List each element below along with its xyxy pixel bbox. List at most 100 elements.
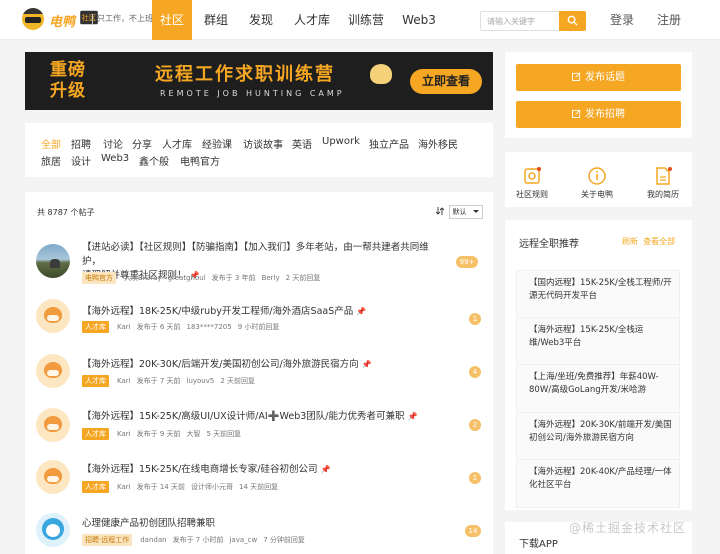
tag-web3[interactable]: Web3 [101,153,129,164]
recommend-item[interactable]: 【海外远程】15K-25K/全栈运维/Web3平台 [516,317,680,366]
category-badge[interactable]: 人才库 [82,481,109,493]
last-reply-user[interactable]: 183****7205 [187,323,232,331]
reply-count-badge: 2 [469,419,481,431]
post-job-button[interactable]: 发布招聘 [516,101,681,128]
post-title[interactable]: 【海外远程】15K-25K/在线电商增长专家/硅谷初创公司 📌 [82,463,442,477]
banner-upgrade-text: 重磅 升级 [50,60,86,101]
sort-control[interactable]: 默认 [435,205,483,219]
banner-cta-button[interactable]: 立即查看 [410,69,482,94]
edit-icon [572,109,581,118]
last-reply-time: 14 天前回复 [238,483,279,491]
search-box [480,11,586,31]
avatar[interactable] [36,299,70,333]
category-badge[interactable]: 电鸭官方 [82,272,116,284]
reply-count-badge: 1 [469,313,481,325]
post-title[interactable]: 【海外远程】18K-25K/中级ruby开发工程师/海外酒店SaaS产品 📌 [82,305,442,319]
refresh-link[interactable]: 刷新 [622,237,638,246]
author-name[interactable]: Kari [117,377,131,385]
last-reply-time: 5 天前回复 [206,430,242,438]
author-name[interactable]: Kari [117,323,131,331]
post-meta: 电鸭官方 大灰BIGray greatghoul 发布于 3 年前 Berly 2 天前回… [82,272,320,284]
tag-indie-products[interactable]: 独立产品 [369,136,409,151]
nav-community[interactable]: 社区 [152,0,192,40]
tag-interviews[interactable]: 访谈故事 [243,136,283,151]
community-rules-link[interactable]: 社区规则 [507,189,557,200]
co-author[interactable]: greatghoul [168,274,206,282]
about-link[interactable]: 关于电鸭 [572,189,622,200]
search-icon [567,15,578,26]
banner-subtitle: REMOTE JOB HUNTING CAMP [160,89,345,98]
tag-travel[interactable]: 旅居 [41,153,61,168]
recommend-item[interactable]: 【上海/坐班/免费推荐】年薪40W-80W/高级GoLang开发/米哈游 [516,364,680,413]
tag-english[interactable]: 英语 [292,136,312,151]
document-icon[interactable] [653,166,673,186]
last-reply-time: 2 天前回复 [220,377,256,385]
tag-upwork[interactable]: Upwork [322,136,360,147]
avatar[interactable] [36,460,70,494]
last-reply-user[interactable]: luyouv5 [187,377,215,385]
search-button[interactable] [559,11,586,31]
brand-name[interactable]: 电鸭 [49,11,75,30]
post-time: 发布于 9 天前 [136,430,181,438]
gear-icon[interactable] [522,166,542,186]
post-time: 发布于 3 年前 [211,274,256,282]
tag-xin[interactable]: 鑫个般 [139,153,169,168]
register-link[interactable]: 注册 [657,0,681,40]
author-name[interactable]: Kari [117,430,131,438]
tag-all[interactable]: 全部 [41,136,61,151]
post-meta: 人才库 Kari 发布于 7 天前 luyouv5 2 天前回复 [82,375,255,387]
last-reply-user[interactable]: Berly [262,274,280,282]
nav-discover[interactable]: 发现 [245,0,277,40]
recommend-item[interactable]: 【国内远程】15K-25K/全栈工程师/开源无代码开发平台 [516,270,680,319]
avatar[interactable] [36,408,70,442]
info-icon[interactable] [587,166,607,186]
sort-select[interactable]: 默认 [448,205,483,219]
category-badge[interactable]: 人才库 [82,375,109,387]
tag-courses[interactable]: 经验课 [202,136,232,151]
tag-talent[interactable]: 人才库 [162,136,192,151]
category-badge[interactable]: 人才库 [82,321,109,333]
nav-groups[interactable]: 群组 [200,0,232,40]
my-resume-link[interactable]: 我的简历 [638,189,688,200]
tag-immigration[interactable]: 海外移民 [418,136,458,151]
top-navbar: 电鸭 社区 只工作，不上班 社区 群组 发现 人才库 训练营 Web3 登录 注… [0,0,720,40]
recommend-item[interactable]: 【海外远程】20K-40K/产品经理/一体化社区平台 [516,459,680,508]
tag-design[interactable]: 设计 [71,153,91,168]
watermark: @稀土掘金技术社区 [569,521,687,535]
tag-official[interactable]: 电鸭官方 [180,153,220,168]
tag-discussion[interactable]: 讨论 [103,136,123,151]
last-reply-user[interactable]: 设计师小元哥 [191,483,233,491]
avatar[interactable] [36,354,70,388]
tag-jobs[interactable]: 招聘 [71,136,91,151]
post-title[interactable]: 心理健康产品初创团队招聘兼职 [82,517,442,531]
nav-training-camp[interactable]: 训练营 [346,0,386,40]
last-reply-user[interactable]: 大智 [187,430,201,438]
recommend-item[interactable]: 【海外远程】20K-30K/前端开发/美国初创公司/海外旅游民宿方向 [516,412,680,461]
duck-logo-icon[interactable] [22,8,44,30]
post-time: 发布于 7 天前 [136,377,181,385]
author-name[interactable]: 大灰BIGray [124,274,162,282]
nav-web3[interactable]: Web3 [401,0,437,40]
avatar[interactable] [36,244,70,278]
post-topic-button[interactable]: 发布话题 [516,64,681,91]
recommend-links: 刷新 查看全部 [622,236,675,247]
author-name[interactable]: Kari [117,483,131,491]
post-time: 发布于 14 天前 [136,483,185,491]
post-count: 共 8787 个帖子 [37,208,95,217]
author-name[interactable]: dandan [140,536,166,544]
avatar[interactable] [36,513,70,547]
category-badge[interactable]: 人才库 [82,428,109,440]
tag-share[interactable]: 分享 [132,136,152,151]
search-input[interactable] [487,14,557,29]
post-title[interactable]: 【海外远程】20K-30K/后端开发/美国初创公司/海外旅游民宿方向 📌 [82,358,442,372]
post-title[interactable]: 【海外远程】15K-25K/高级UI/UX设计师/AI➕Web3团队/能力优秀者… [82,410,442,424]
post-time: 发布于 6 天前 [136,323,181,331]
login-link[interactable]: 登录 [610,0,634,40]
view-all-link[interactable]: 查看全部 [643,237,675,246]
download-app-title[interactable]: 下载APP [519,535,558,550]
banner-title: 远程工作求职训练营 [155,64,335,85]
category-badge[interactable]: 招聘·远程工作 [82,534,133,546]
nav-talent-pool[interactable]: 人才库 [292,0,332,40]
last-reply-user[interactable]: java_cw [229,536,257,544]
promo-banner[interactable]: 重磅 升级 远程工作求职训练营 REMOTE JOB HUNTING CAMP … [25,52,493,110]
